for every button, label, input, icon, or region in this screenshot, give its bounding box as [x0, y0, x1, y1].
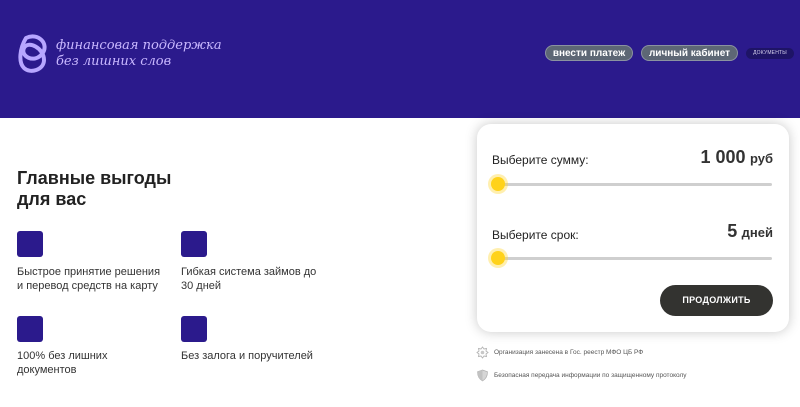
- sum-label: Выберите сумму:: [492, 153, 589, 167]
- sum-number: 1 000: [700, 147, 746, 167]
- benefit-square-icon: [181, 231, 207, 257]
- term-slider-handle[interactable]: [491, 251, 505, 265]
- term-label: Выберите срок:: [492, 228, 579, 242]
- benefits-title-line-1: Главные выгоды: [17, 168, 172, 188]
- term-slider[interactable]: [491, 251, 772, 265]
- documents-button[interactable]: ДОКУМЕНТЫ: [746, 48, 794, 59]
- benefit-square-icon: [17, 231, 43, 257]
- benefit-item-no-documents: 100% без лишних документов: [17, 316, 167, 377]
- registry-note: Организация занесена в Гос. реестр МФО Ц…: [476, 346, 643, 359]
- benefits-title: Главные выгоды для вас: [17, 168, 171, 210]
- benefit-square-icon: [181, 316, 207, 342]
- logo-line-2: без лишних слов: [56, 54, 172, 69]
- sum-slider-handle[interactable]: [491, 177, 505, 191]
- security-note-text: Безопасная передача информации по защище…: [494, 372, 687, 379]
- benefit-text: Без залога и поручителей: [181, 350, 313, 362]
- benefit-item-flexible-loans: Гибкая система займов до 30 дней: [181, 231, 331, 293]
- term-value: 5 дней: [727, 221, 773, 242]
- site-header: финансовая поддержка без лишних слов вне…: [0, 0, 800, 118]
- personal-cabinet-button[interactable]: личный кабинет: [641, 45, 738, 61]
- benefit-text: Быстрое принятие решения и перевод средс…: [17, 266, 161, 292]
- benefit-square-icon: [17, 316, 43, 342]
- logo-icon[interactable]: [16, 34, 50, 74]
- loan-calculator: Выберите сумму: 1 000 руб Выберите срок:…: [477, 124, 789, 332]
- benefit-item-no-collateral: Без залога и поручителей: [181, 316, 331, 364]
- pay-button[interactable]: внести платеж: [545, 45, 633, 61]
- term-unit: дней: [741, 225, 773, 240]
- continue-button[interactable]: ПРОДОЛЖИТЬ: [660, 285, 773, 316]
- emblem-icon: [476, 346, 489, 359]
- registry-note-text: Организация занесена в Гос. реестр МФО Ц…: [494, 349, 644, 356]
- term-number: 5: [727, 221, 738, 241]
- benefit-text: 100% без лишних документов: [17, 350, 108, 376]
- shield-icon: [477, 369, 488, 382]
- sum-value: 1 000 руб: [700, 147, 773, 168]
- security-note: Безопасная передача информации по защище…: [476, 369, 687, 382]
- benefit-text: Гибкая система займов до 30 дней: [181, 266, 317, 292]
- benefits-title-line-2: для вас: [17, 189, 87, 209]
- logo-line-1: финансовая поддержка: [56, 38, 222, 53]
- sum-unit: руб: [749, 151, 773, 166]
- sum-slider[interactable]: [491, 177, 772, 191]
- benefit-item-fast-decision: Быстрое принятие решения и перевод средс…: [17, 231, 167, 293]
- logo-tagline[interactable]: финансовая поддержка без лишних слов: [56, 38, 222, 70]
